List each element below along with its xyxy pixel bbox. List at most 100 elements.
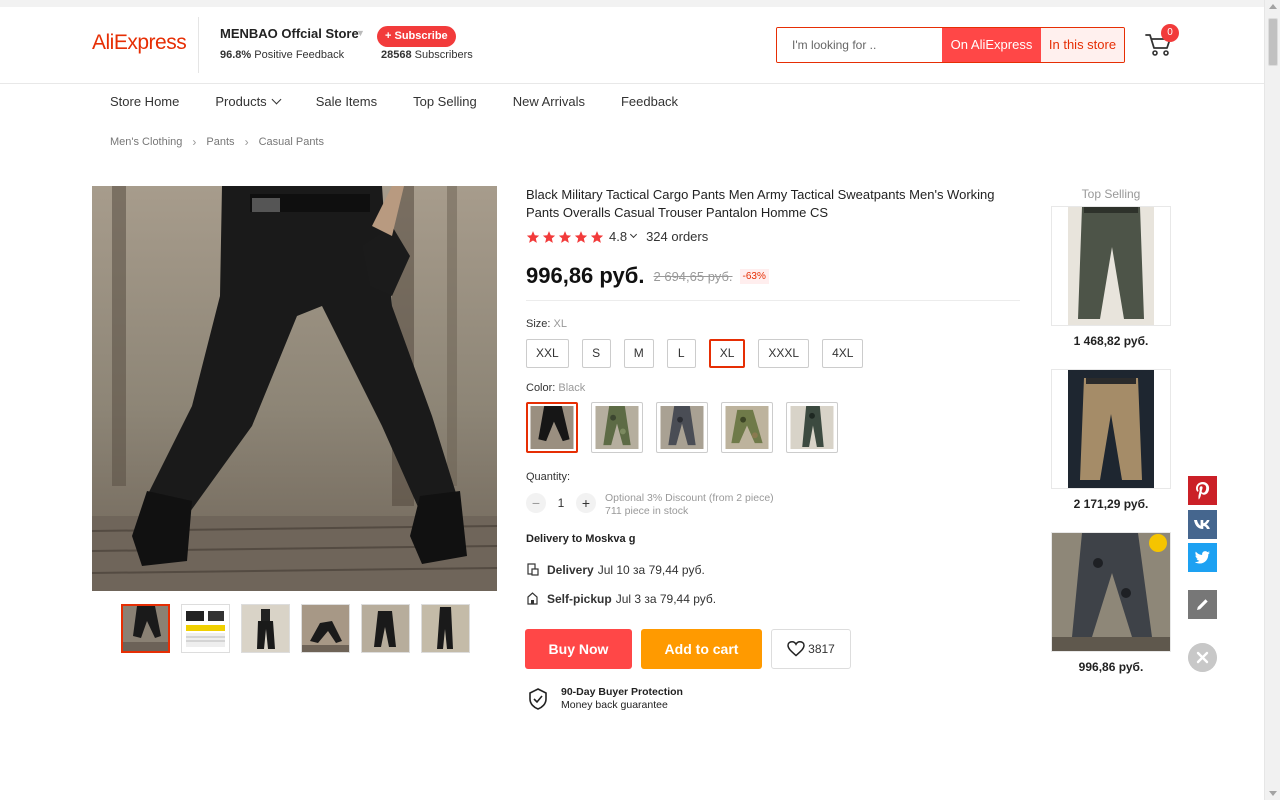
feedback-label: Positive Feedback [254, 49, 345, 61]
chevron-down-icon [271, 94, 282, 105]
size-option[interactable]: S [581, 339, 611, 368]
color-options [526, 402, 838, 453]
subscribers-count: 28568 Subscribers [381, 49, 473, 61]
product-thumbnail[interactable] [121, 604, 170, 653]
top-selling-title: Top Selling [1081, 187, 1141, 201]
product-thumbnail[interactable] [181, 604, 230, 653]
nav-products[interactable]: Products [215, 94, 282, 110]
breadcrumb-item[interactable]: Pants [206, 136, 234, 148]
chevron-right-icon: › [192, 135, 197, 149]
header-divider [198, 17, 199, 73]
breadcrumb-item[interactable]: Casual Pants [259, 136, 324, 148]
product-thumbnail[interactable] [301, 604, 350, 653]
pickup-label: Self-pickup [547, 592, 612, 606]
search-bar: On AliExpress In this store [776, 27, 1125, 63]
vertical-scrollbar[interactable] [1264, 0, 1280, 800]
size-options: XXL S M L XL XXXL 4XL [526, 339, 864, 368]
top-selling-price: 2 171,29 руб. [1073, 497, 1149, 511]
size-option[interactable]: 4XL [822, 339, 864, 368]
cart-count-badge: 0 [1161, 24, 1179, 42]
store-nav: Store Home Products Sale Items Top Selli… [110, 94, 714, 110]
store-dropdown-icon[interactable]: ▼ [356, 28, 365, 38]
product-title: Black Military Tactical Cargo Pants Men … [526, 187, 995, 220]
nav-sale-items[interactable]: Sale Items [316, 94, 377, 110]
scroll-up-icon[interactable] [1269, 4, 1277, 9]
top-selling-item[interactable] [1051, 532, 1171, 652]
size-label: Size: XL [526, 318, 567, 330]
twitter-icon[interactable] [1188, 543, 1217, 572]
pickup-detail: Jul 3 за 79,44 руб. [615, 592, 717, 606]
product-thumbnail[interactable] [361, 604, 410, 653]
quantity-label: Quantity: [526, 471, 571, 483]
size-option[interactable]: XXL [526, 339, 569, 368]
orders-count: 324 orders [646, 229, 709, 244]
stock-note: 711 piece in stock [605, 505, 689, 517]
nav-new-arrivals[interactable]: New Arrivals [513, 94, 585, 110]
pickup-option: Self-pickup Jul 3 за 79,44 руб. [526, 592, 716, 606]
edit-icon[interactable] [1188, 590, 1217, 619]
top-strip [0, 0, 1264, 7]
delivery-destination[interactable]: Delivery to Moskva g [526, 533, 635, 545]
top-selling-price: 1 468,82 руб. [1073, 334, 1149, 348]
nav-top-selling[interactable]: Top Selling [413, 94, 477, 110]
quantity-stepper: − 1 + [526, 493, 596, 513]
product-main-image[interactable] [92, 186, 497, 591]
color-option-camo-gray[interactable] [656, 402, 708, 453]
subscribers-label: Subscribers [414, 49, 473, 61]
product-rating: 4.8 324 orders [526, 229, 708, 244]
size-option[interactable]: M [623, 339, 654, 368]
discount-badge: -63% [739, 268, 769, 284]
product-thumbnail[interactable] [421, 604, 470, 653]
delivery-icon [527, 563, 539, 576]
color-option-camo-black[interactable] [786, 402, 838, 453]
color-option-camo-green[interactable] [591, 402, 643, 453]
color-option-camo-woodland[interactable] [721, 402, 773, 453]
quantity-decrease-button[interactable]: − [526, 493, 546, 513]
size-option[interactable]: XXXL [758, 339, 810, 368]
wishlist-button[interactable]: 3817 [771, 629, 851, 669]
color-selected: Black [558, 382, 586, 394]
search-input[interactable] [777, 28, 942, 62]
product-thumbnail[interactable] [241, 604, 290, 653]
scrollbar-thumb[interactable] [1268, 18, 1278, 66]
scroll-down-icon[interactable] [1269, 791, 1277, 796]
search-on-aliexpress-button[interactable]: On AliExpress [942, 28, 1041, 62]
size-option-selected[interactable]: XL [708, 339, 746, 368]
quantity-input[interactable]: 1 [546, 496, 576, 510]
protection-title: 90-Day Buyer Protection [561, 686, 683, 698]
subscribers-number: 28568 [381, 49, 412, 61]
nav-feedback[interactable]: Feedback [621, 94, 678, 110]
quantity-increase-button[interactable]: + [576, 493, 596, 513]
product-thumbnails [121, 604, 470, 653]
breadcrumb-item[interactable]: Men's Clothing [110, 136, 182, 148]
protection-subtitle: Money back guarantee [561, 699, 668, 711]
search-in-store-button[interactable]: In this store [1041, 28, 1124, 62]
vk-icon[interactable] [1188, 510, 1217, 539]
top-selling-item[interactable] [1051, 369, 1171, 489]
color-option-black[interactable] [526, 402, 578, 453]
delivery-label: Delivery [547, 563, 594, 577]
color-label-text: Color: [526, 382, 556, 394]
nav-products-label: Products [215, 94, 267, 109]
pinterest-icon[interactable] [1188, 476, 1217, 505]
close-icon[interactable] [1188, 643, 1217, 672]
subscribe-button[interactable]: + Subscribe [377, 26, 456, 47]
chevron-down-icon[interactable] [630, 230, 638, 239]
divider [526, 300, 1020, 301]
star-icon [542, 230, 556, 243]
nav-store-home[interactable]: Store Home [110, 94, 179, 110]
buyer-protection: 90-Day Buyer Protection Money back guara… [526, 686, 683, 712]
star-icon [526, 230, 540, 243]
add-to-cart-button[interactable]: Add to cart [641, 629, 762, 669]
top-selling-price: 996,86 руб. [1078, 660, 1144, 674]
aliexpress-logo[interactable]: AliExpress [92, 31, 187, 55]
rating-score[interactable]: 4.8 [609, 229, 627, 244]
buy-now-button[interactable]: Buy Now [525, 629, 632, 669]
size-selected: XL [553, 318, 567, 330]
size-option[interactable]: L [666, 339, 696, 368]
top-selling-item[interactable] [1051, 206, 1171, 326]
store-name[interactable]: MENBAO Offcial Store [220, 26, 359, 41]
quantity-discount-note: Optional 3% Discount (from 2 piece) [605, 492, 774, 504]
wishlist-count: 3817 [808, 642, 835, 656]
feedback-percent: 96.8% [220, 49, 252, 61]
